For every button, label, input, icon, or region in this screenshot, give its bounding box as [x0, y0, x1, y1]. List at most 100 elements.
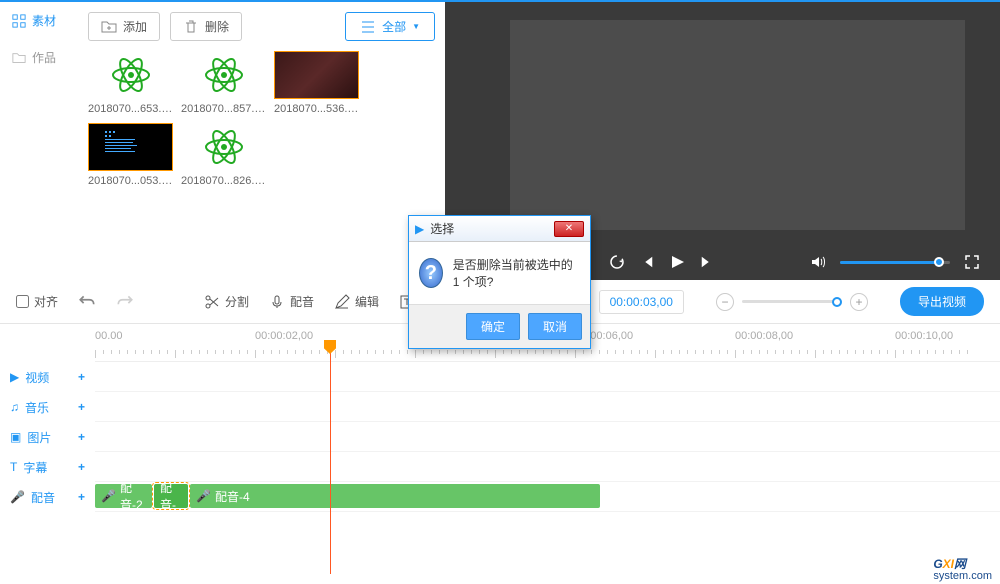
dialog-body: ? 是否删除当前被选中的 1 个项? — [409, 242, 590, 304]
rotate-icon[interactable] — [609, 254, 625, 270]
add-button[interactable]: 添加 — [88, 12, 160, 41]
media-name: 2018070...826.mp4 — [181, 175, 266, 187]
media-toolbar: 添加 删除 全部 ▼ — [88, 12, 435, 41]
left-tabs: 素材 作品 — [0, 2, 80, 280]
mic-icon — [269, 294, 285, 310]
chevron-down-icon: ▼ — [412, 22, 420, 31]
zoom-control: − + — [716, 293, 868, 311]
mic-icon: 🎤 — [10, 490, 25, 504]
add-track-button[interactable]: + — [78, 400, 85, 414]
media-name: 2018070...053.mp4 — [88, 175, 173, 187]
dialog-footer: 确定 取消 — [409, 304, 590, 348]
prev-icon[interactable] — [639, 254, 655, 270]
media-thumb — [88, 123, 173, 171]
mic-icon: 🎤 — [196, 489, 211, 503]
track-subtitle[interactable]: T字幕+ — [0, 452, 95, 482]
media-item[interactable]: 2018070...536.mp4 — [274, 51, 359, 115]
media-item[interactable]: 2018070...653.mp4 — [88, 51, 173, 115]
zoom-out-button[interactable]: − — [716, 293, 734, 311]
track-labels: ▶视频+ ♫音乐+ ▣图片+ T字幕+ 🎤配音+ — [0, 362, 95, 512]
track-music[interactable]: ♫音乐+ — [0, 392, 95, 422]
track-row[interactable]: 🎤配音-2 配音- 🎤配音-4 — [95, 482, 1000, 512]
volume-slider[interactable] — [840, 261, 950, 264]
folder-icon — [12, 51, 26, 65]
redo-button[interactable] — [116, 293, 134, 311]
music-icon: ♫ — [10, 400, 19, 414]
edit-label: 编辑 — [355, 293, 379, 310]
audio-clip[interactable]: 🎤配音-2 — [95, 484, 152, 508]
add-folder-icon — [101, 19, 117, 35]
media-item[interactable]: 2018070...826.mp4 — [181, 123, 266, 187]
dialog-message: 是否删除当前被选中的 1 个项? — [453, 256, 580, 290]
dialog-title-text: 选择 — [430, 220, 454, 237]
media-area: 添加 删除 全部 ▼ 2018070...653.mp4 2018070...8… — [80, 2, 445, 280]
track-row[interactable] — [95, 392, 1000, 422]
split-label: 分割 — [225, 293, 249, 310]
dialog-titlebar[interactable]: ▶ 选择 ✕ — [409, 216, 590, 242]
media-thumb — [181, 123, 266, 171]
media-item[interactable]: 2018070...053.mp4 — [88, 123, 173, 187]
export-button[interactable]: 导出视频 — [900, 287, 984, 316]
volume-icon[interactable] — [810, 254, 826, 270]
image-icon: ▣ — [10, 430, 21, 444]
text-icon: T — [10, 460, 17, 474]
media-thumb — [181, 51, 266, 99]
add-track-button[interactable]: + — [78, 430, 85, 444]
media-thumb — [274, 51, 359, 99]
track-voice[interactable]: 🎤配音+ — [0, 482, 95, 512]
close-button[interactable]: ✕ — [554, 221, 584, 237]
video-icon: ▶ — [10, 370, 19, 384]
app-icon: ▶ — [415, 222, 424, 236]
pencil-icon — [334, 294, 350, 310]
scissors-icon — [204, 294, 220, 310]
media-name: 2018070...857.mp4 — [181, 103, 266, 115]
zoom-slider[interactable] — [742, 300, 842, 303]
trash-icon — [183, 19, 199, 35]
edit-button[interactable]: 编辑 — [334, 293, 379, 310]
voice-button[interactable]: 配音 — [269, 293, 314, 310]
track-row[interactable] — [95, 452, 1000, 482]
track-row[interactable] — [95, 362, 1000, 392]
filter-all-button[interactable]: 全部 ▼ — [345, 12, 435, 41]
next-icon[interactable] — [699, 254, 715, 270]
audio-clip[interactable]: 🎤配音-4 — [190, 484, 600, 508]
tab-materials[interactable]: 素材 — [0, 2, 80, 39]
question-icon: ? — [419, 258, 443, 288]
tab-materials-label: 素材 — [32, 12, 56, 29]
zoom-in-button[interactable]: + — [850, 293, 868, 311]
media-name: 2018070...536.mp4 — [274, 103, 359, 115]
ok-button[interactable]: 确定 — [466, 313, 520, 340]
audio-clip[interactable]: 配音- — [154, 484, 188, 508]
delete-button[interactable]: 删除 — [170, 12, 242, 41]
list-icon — [360, 19, 376, 35]
confirm-dialog: ▶ 选择 ✕ ? 是否删除当前被选中的 1 个项? 确定 取消 — [408, 215, 591, 349]
media-item[interactable]: 2018070...857.mp4 — [181, 51, 266, 115]
play-icon[interactable] — [669, 254, 685, 270]
add-track-button[interactable]: + — [78, 370, 85, 384]
cancel-button[interactable]: 取消 — [528, 313, 582, 340]
timeline-main[interactable]: 00.00 00:00:02,00 00:00:04,00 00:00:06,0… — [95, 324, 1000, 574]
align-checkbox[interactable] — [16, 295, 29, 308]
align-label: 对齐 — [34, 293, 58, 310]
undo-button[interactable] — [78, 293, 96, 311]
split-button[interactable]: 分割 — [204, 293, 249, 310]
timeline: ▶视频+ ♫音乐+ ▣图片+ T字幕+ 🎤配音+ 00.00 00:00:02,… — [0, 324, 1000, 574]
tab-works[interactable]: 作品 — [0, 39, 80, 76]
media-grid: 2018070...653.mp4 2018070...857.mp4 2018… — [88, 51, 435, 187]
grid-icon — [12, 14, 26, 28]
add-track-button[interactable]: + — [78, 460, 85, 474]
track-image[interactable]: ▣图片+ — [0, 422, 95, 452]
track-video[interactable]: ▶视频+ — [0, 362, 95, 392]
track-row[interactable] — [95, 422, 1000, 452]
watermark: GXI网 system.com — [933, 548, 992, 582]
fullscreen-icon[interactable] — [964, 254, 980, 270]
align-button[interactable]: 对齐 — [16, 293, 58, 310]
media-name: 2018070...653.mp4 — [88, 103, 173, 115]
tracks-area: 🎤配音-2 配音- 🎤配音-4 — [95, 362, 1000, 512]
filter-label: 全部 — [382, 18, 406, 35]
timecode-display[interactable]: 00:00:03,00 — [599, 290, 684, 314]
delete-label: 删除 — [205, 18, 229, 35]
add-track-button[interactable]: + — [78, 490, 85, 504]
playhead[interactable] — [330, 346, 331, 574]
media-thumb — [88, 51, 173, 99]
